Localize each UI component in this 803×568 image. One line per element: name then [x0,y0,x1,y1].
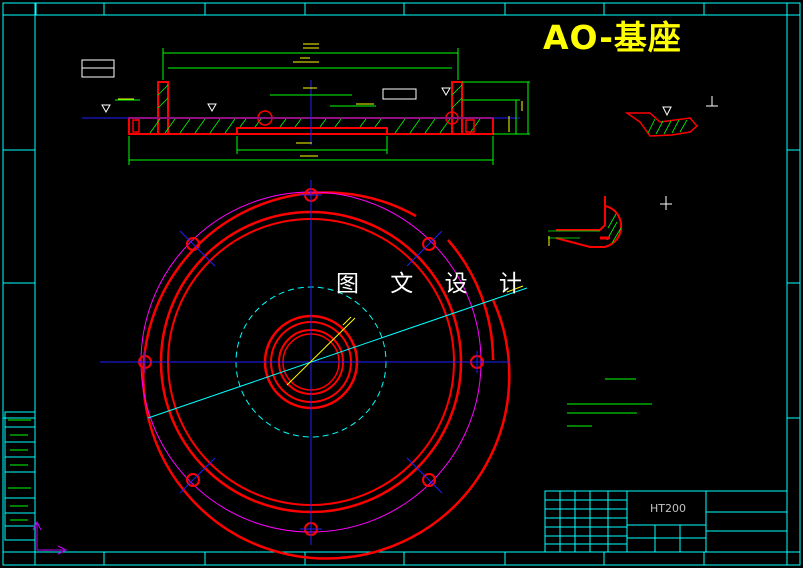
watermark-text: 图 文 设 计 [336,271,534,297]
material-label: HT200 [650,502,686,515]
drawing-title: AO-基座 [543,18,682,57]
